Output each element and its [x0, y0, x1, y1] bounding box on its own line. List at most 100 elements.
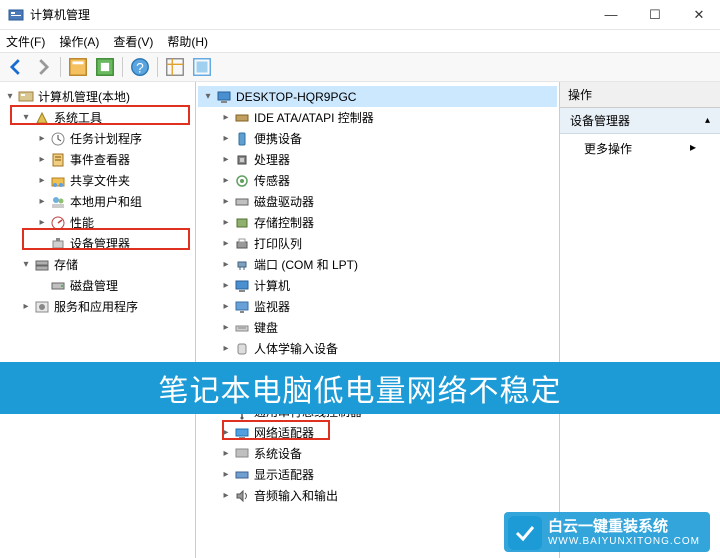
properties-button[interactable]: [93, 55, 117, 79]
menu-file[interactable]: 文件(F): [6, 33, 45, 50]
expand-icon[interactable]: ▸: [220, 280, 232, 291]
device-print-queues[interactable]: ▸打印队列: [198, 233, 557, 254]
expand-icon[interactable]: ▸: [36, 196, 48, 207]
tree-label: 服务和应用程序: [54, 298, 138, 315]
ports-icon: [234, 257, 250, 273]
shared-folders-icon: [50, 173, 66, 189]
expand-icon[interactable]: ▸: [20, 301, 32, 312]
expand-icon[interactable]: ▸: [36, 175, 48, 186]
actions-section[interactable]: 设备管理器 ▴: [560, 108, 720, 134]
expand-icon[interactable]: ▸: [220, 112, 232, 123]
menu-view[interactable]: 查看(V): [113, 33, 153, 50]
menu-help[interactable]: 帮助(H): [167, 33, 208, 50]
expand-icon[interactable]: ▸: [220, 427, 232, 438]
tree-storage[interactable]: ▾ 存储: [2, 254, 193, 275]
computer-icon: [234, 278, 250, 294]
maximize-button[interactable]: ☐: [642, 5, 668, 25]
expand-icon[interactable]: ▸: [220, 175, 232, 186]
tree-label: 共享文件夹: [70, 172, 130, 189]
sensor-icon: [234, 173, 250, 189]
overlay-banner: 笔记本电脑低电量网络不稳定: [0, 362, 720, 414]
tree-local-users[interactable]: ▸ 本地用户和组: [2, 191, 193, 212]
tree-performance[interactable]: ▸ 性能: [2, 212, 193, 233]
expand-icon[interactable]: ▸: [220, 196, 232, 207]
device-display-adapters[interactable]: ▸ 显示适配器: [198, 464, 557, 485]
device-network-adapters[interactable]: ▸网络适配器: [198, 422, 557, 443]
expand-icon[interactable]: ▸: [220, 343, 232, 354]
device-system-devices[interactable]: ▸ 系统设备: [198, 443, 557, 464]
tree-label: 系统设备: [254, 445, 302, 462]
expand-icon[interactable]: ▸: [220, 238, 232, 249]
menu-action[interactable]: 操作(A): [59, 33, 99, 50]
app-icon: [8, 7, 24, 23]
device-processors[interactable]: ▸处理器: [198, 149, 557, 170]
help-button[interactable]: ?: [128, 55, 152, 79]
tree-task-scheduler[interactable]: ▸ 任务计划程序: [2, 128, 193, 149]
device-audio[interactable]: ▸ 音频输入和输出: [198, 485, 557, 506]
expand-icon[interactable]: ▸: [36, 217, 48, 228]
window-controls: ― ☐ ✕: [598, 5, 712, 25]
tree-label: 键盘: [254, 319, 278, 336]
tree-label: 人体学输入设备: [254, 340, 338, 357]
toolbar-separator: [157, 57, 158, 77]
device-sensors[interactable]: ▸传感器: [198, 170, 557, 191]
tree-device-manager[interactable]: ▸ 设备管理器: [2, 233, 193, 254]
actions-pane: 操作 设备管理器 ▴ 更多操作 ▸: [560, 82, 720, 558]
tree-label: 音频输入和输出: [254, 487, 338, 504]
collapse-icon[interactable]: ▾: [202, 91, 214, 102]
tree-disk-management[interactable]: ▸ 磁盘管理: [2, 275, 193, 296]
collapse-icon[interactable]: ▾: [4, 91, 16, 102]
more-actions[interactable]: 更多操作 ▸: [560, 134, 720, 163]
performance-icon: [50, 215, 66, 231]
tree-event-viewer[interactable]: ▸ 事件查看器: [2, 149, 193, 170]
device-root[interactable]: ▾ DESKTOP-HQR9PGC: [198, 86, 557, 107]
tree-system-tools[interactable]: ▾ 系统工具: [2, 107, 193, 128]
device-ports[interactable]: ▸ 端口 (COM 和 LPT): [198, 254, 557, 275]
tree-label: 显示适配器: [254, 466, 314, 483]
expand-icon[interactable]: ▸: [220, 322, 232, 333]
minimize-button[interactable]: ―: [598, 5, 624, 25]
expand-icon[interactable]: ▸: [220, 217, 232, 228]
device-hid[interactable]: ▸ 人体学输入设备: [198, 338, 557, 359]
collapse-icon[interactable]: ▾: [20, 112, 32, 123]
show-hide-button[interactable]: [66, 55, 90, 79]
device-ide[interactable]: ▸IDE ATA/ATAPI 控制器: [198, 107, 557, 128]
view-mode-button[interactable]: [163, 55, 187, 79]
device-storage-controllers[interactable]: ▸存储控制器: [198, 212, 557, 233]
expand-icon[interactable]: ▸: [220, 133, 232, 144]
disk-management-icon: [50, 278, 66, 294]
watermark-url: WWW.BAIYUNXITONG.COM: [548, 536, 700, 547]
tree-services-apps[interactable]: ▸ 服务和应用程序: [2, 296, 193, 317]
expand-icon[interactable]: ▸: [220, 301, 232, 312]
tree-root-computer-management[interactable]: ▾ 计算机管理(本地): [2, 86, 193, 107]
svg-text:?: ?: [136, 61, 144, 76]
collapse-icon[interactable]: ▾: [20, 259, 32, 270]
tree-label: 计算机管理(本地): [38, 88, 130, 105]
expand-icon[interactable]: ▸: [220, 259, 232, 270]
close-button[interactable]: ✕: [686, 5, 712, 25]
tree-label: 磁盘管理: [70, 277, 118, 294]
back-button[interactable]: [4, 55, 28, 79]
storage-ctrl-icon: [234, 215, 250, 231]
collapse-icon[interactable]: ▴: [705, 115, 710, 126]
expand-icon[interactable]: ▸: [220, 490, 232, 501]
device-monitors[interactable]: ▸监视器: [198, 296, 557, 317]
network-icon: [234, 425, 250, 441]
ide-icon: [234, 110, 250, 126]
expand-icon[interactable]: ▸: [220, 154, 232, 165]
expand-icon[interactable]: ▸: [36, 154, 48, 165]
device-keyboards[interactable]: ▸ 键盘: [198, 317, 557, 338]
window-title: 计算机管理: [30, 6, 598, 23]
device-computer[interactable]: ▸计算机: [198, 275, 557, 296]
filter-button[interactable]: [190, 55, 214, 79]
expand-icon[interactable]: ▸: [220, 469, 232, 480]
tree-shared-folders[interactable]: ▸ 共享文件夹: [2, 170, 193, 191]
device-disk-drives[interactable]: ▸磁盘驱动器: [198, 191, 557, 212]
expand-icon[interactable]: ▸: [36, 133, 48, 144]
tree-label: 端口 (COM 和 LPT): [254, 256, 358, 273]
device-portable[interactable]: ▸便携设备: [198, 128, 557, 149]
forward-button[interactable]: [31, 55, 55, 79]
device-tree-pane: ▾ DESKTOP-HQR9PGC ▸IDE ATA/ATAPI 控制器 ▸便携…: [196, 82, 560, 558]
tree-label: 性能: [70, 214, 94, 231]
expand-icon[interactable]: ▸: [220, 448, 232, 459]
